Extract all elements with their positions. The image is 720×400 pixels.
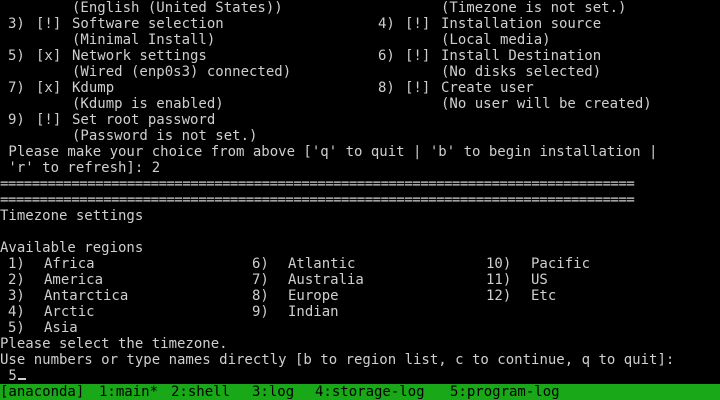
hub-prompt-answer: 'r' to refresh]: 2: [0, 160, 161, 176]
timezone-heading-row: Timezone settings: [0, 208, 720, 224]
region-number: 9): [252, 304, 269, 320]
spoke-mark: [!]: [36, 16, 62, 32]
help-line-row: Use numbers or type names directly [b to…: [0, 352, 720, 368]
hub-row-lang-tz: (English (United States)) (Timezone is n…: [0, 0, 720, 16]
command-input[interactable]: 5: [0, 368, 26, 384]
region-option-africa[interactable]: Africa: [44, 256, 95, 272]
spoke-mark: [!]: [405, 48, 431, 64]
region-number: 6): [252, 256, 269, 272]
spoke-status: (No user will be created): [441, 96, 652, 112]
region-number: 7): [252, 272, 269, 288]
regions-row: 2) America 7) Australia 11) US: [0, 272, 720, 288]
region-number: 1): [8, 256, 25, 272]
hub-row-9: 9) [!] Set root password: [0, 112, 720, 128]
hub-row-7-8: 7) [x] Kdump 8) [!] Create user: [0, 80, 720, 96]
region-option-europe[interactable]: Europe: [288, 288, 339, 304]
region-option-pacific[interactable]: Pacific: [531, 256, 590, 272]
spoke-network-settings[interactable]: Network settings: [72, 48, 207, 64]
hub-prompt-line-2: 'r' to refresh]: 2: [0, 160, 720, 176]
region-option-australia[interactable]: Australia: [288, 272, 364, 288]
hub-row-7-8-status: (Kdump is enabled) (No user will be crea…: [0, 96, 720, 112]
separator-line: ========================================…: [0, 176, 635, 192]
spoke-mark: [!]: [405, 16, 431, 32]
regions-row: 3) Antarctica 8) Europe 12) Etc: [0, 288, 720, 304]
spoke-kdump[interactable]: Kdump: [72, 80, 114, 96]
spoke-installation-source[interactable]: Installation source: [441, 16, 601, 32]
region-option-atlantic[interactable]: Atlantic: [288, 256, 355, 272]
text-cursor: [17, 378, 26, 380]
spoke-mark: [!]: [36, 112, 62, 128]
region-number: 2): [8, 272, 25, 288]
hub-row-3-4: 3) [!] Software selection 4) [!] Install…: [0, 16, 720, 32]
region-option-arctic[interactable]: Arctic: [44, 304, 95, 320]
region-number: 12): [486, 288, 512, 304]
regions-row: 5) Asia: [0, 320, 720, 336]
spoke-status: (Wired (enp0s3) connected): [72, 64, 292, 80]
region-option-indian[interactable]: Indian: [288, 304, 339, 320]
spoke-number: 4): [378, 16, 395, 32]
spoke-number: 7): [8, 80, 25, 96]
command-input-row[interactable]: 5: [0, 368, 720, 384]
hub-row-5-6-status: (Wired (enp0s3) connected) (No disks sel…: [0, 64, 720, 80]
spoke-status: (Minimal Install): [72, 32, 216, 48]
spoke-create-user[interactable]: Create user: [441, 80, 534, 96]
region-option-america[interactable]: America: [44, 272, 103, 288]
select-prompt-row: Please select the timezone.: [0, 336, 720, 352]
input-help-text: Use numbers or type names directly [b to…: [0, 352, 675, 368]
region-option-antarctica[interactable]: Antarctica: [44, 288, 128, 304]
tmux-status-bar: [anaconda] 1:main* 2:shell 3:log 4:stora…: [0, 384, 720, 400]
region-option-us[interactable]: US: [531, 272, 548, 288]
region-number: 11): [486, 272, 512, 288]
window-tab-storage-log[interactable]: 4:storage-log: [315, 384, 425, 400]
spoke-set-root-password[interactable]: Set root password: [72, 112, 215, 128]
spoke-status: (No disks selected): [441, 64, 602, 80]
separator-line: ========================================…: [0, 192, 635, 208]
spoke-number: 6): [378, 48, 395, 64]
regions-row: 4) Arctic 9) Indian: [0, 304, 720, 320]
spoke-number: 8): [378, 80, 395, 96]
spoke-software-selection[interactable]: Software selection: [72, 16, 224, 32]
spoke-status: (Kdump is enabled): [72, 96, 224, 112]
spoke-number: 5): [8, 48, 25, 64]
window-tab-program-log[interactable]: 5:program-log: [450, 384, 560, 400]
hub-row-9-status: (Password is not set.): [0, 128, 720, 144]
language-status: (English (United States)): [72, 0, 283, 16]
spoke-status: (Local media): [441, 32, 551, 48]
hub-prompt-line-1: Please make your choice from above ['q' …: [0, 144, 720, 160]
region-number: 8): [252, 288, 269, 304]
regions-row: 1) Africa 6) Atlantic 10) Pacific: [0, 256, 720, 272]
region-option-asia[interactable]: Asia: [44, 320, 78, 336]
window-tab-main[interactable]: 1:main*: [99, 384, 158, 400]
timezone-heading: Timezone settings: [0, 208, 144, 224]
available-regions-label: Available regions: [0, 240, 144, 256]
terminal-screen[interactable]: (English (United States)) (Timezone is n…: [0, 0, 720, 400]
region-number: 3): [8, 288, 25, 304]
hub-row-3-4-status: (Minimal Install) (Local media): [0, 32, 720, 48]
window-tab-shell[interactable]: 2:shell: [171, 384, 230, 400]
hub-row-5-6: 5) [x] Network settings 6) [!] Install D…: [0, 48, 720, 64]
hub-prompt-text: Please make your choice from above ['q' …: [0, 144, 658, 160]
region-option-etc[interactable]: Etc: [531, 288, 556, 304]
command-input-value: 5: [0, 368, 17, 384]
session-name: [anaconda]: [0, 384, 85, 400]
spoke-mark: [x]: [36, 48, 62, 64]
spoke-number: 9): [8, 112, 25, 128]
spoke-install-destination[interactable]: Install Destination: [441, 48, 601, 64]
spoke-status: (Password is not set.): [72, 128, 258, 144]
timezone-status: (Timezone is not set.): [441, 0, 627, 16]
region-number: 4): [8, 304, 25, 320]
region-number: 10): [486, 256, 512, 272]
regions-label-row: Available regions: [0, 240, 720, 256]
spoke-mark: [x]: [36, 80, 62, 96]
region-number: 5): [8, 320, 25, 336]
spoke-mark: [!]: [405, 80, 431, 96]
select-timezone-prompt: Please select the timezone.: [0, 336, 228, 352]
spoke-number: 3): [8, 16, 25, 32]
window-tab-log[interactable]: 3:log: [252, 384, 294, 400]
